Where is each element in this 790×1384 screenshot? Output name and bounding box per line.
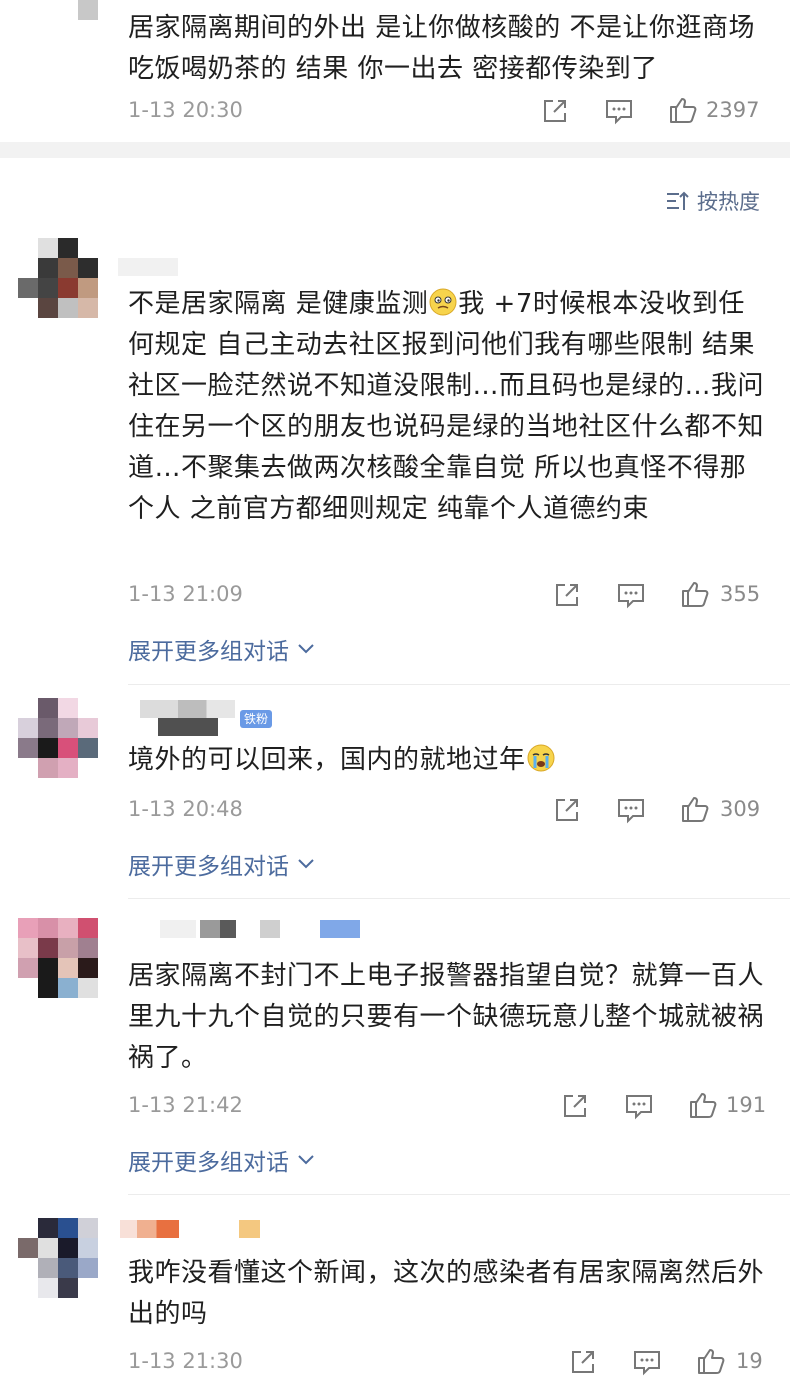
comment-text-part: 境外的可以回来，国内的就地过年 <box>128 745 526 775</box>
avatar[interactable] <box>18 1218 98 1298</box>
comment-text: 居家隔离不封门不上电子报警器指望自觉？就算一百人里九十九个自觉的只要有一个缺德玩… <box>128 961 765 1073</box>
crying-face-icon <box>527 744 555 772</box>
comment-text: 不是居家隔离 是健康监测 我 +7时候根本没收到任何规定 自己主动去社区报到问他… <box>128 284 768 530</box>
comment-text: 我咋没看懂这个新闻，这次的感染者有居家隔离然后外出的吗 <box>128 1258 765 1329</box>
comment-item: 居家隔离期间的外出 是让你做核酸的 不是让你逛商场吃饭喝奶茶的 结果 你一出去 … <box>0 0 790 142</box>
sort-icon <box>667 191 689 210</box>
comment-text: 居家隔离期间的外出 是让你做核酸的 不是让你逛商场吃饭喝奶茶的 结果 你一出去 … <box>128 13 756 84</box>
like-count: 19 <box>736 1349 763 1373</box>
comment-time: 1-13 21:30 <box>128 1349 243 1373</box>
comment-time: 1-13 20:48 <box>128 797 243 821</box>
username[interactable] <box>120 1220 260 1238</box>
expand-replies-link[interactable]: 展开更多组对话 <box>128 632 315 666</box>
comment-icon[interactable] <box>632 1347 662 1377</box>
divider <box>128 898 790 899</box>
share-icon[interactable] <box>560 1091 590 1121</box>
thumbs-up-icon[interactable] <box>688 1090 718 1120</box>
share-icon[interactable] <box>552 580 582 610</box>
username[interactable] <box>140 700 235 718</box>
expand-replies-link[interactable]: 展开更多组对话 <box>128 847 315 881</box>
avatar[interactable] <box>18 698 98 778</box>
comment-icon[interactable] <box>604 96 634 126</box>
comment-time: 1-13 20:30 <box>128 98 243 122</box>
comment-time: 1-13 21:09 <box>128 582 243 606</box>
share-icon[interactable] <box>552 795 582 825</box>
thumbs-up-icon[interactable] <box>680 794 710 824</box>
like-count: 2397 <box>706 98 760 122</box>
username[interactable] <box>160 920 360 938</box>
like-count: 355 <box>720 582 761 606</box>
avatar[interactable] <box>18 918 98 998</box>
comment-text-part: 不是居家隔离 是健康监测 <box>128 289 429 319</box>
avatar[interactable] <box>38 0 118 60</box>
comment-text: 境外的可以回来，国内的就地过年 <box>128 740 768 781</box>
expand-replies-link[interactable]: 展开更多组对话 <box>128 1143 315 1177</box>
fan-badge: 铁粉 <box>240 710 273 728</box>
expand-label: 展开更多组对话 <box>128 639 289 665</box>
thumbs-up-icon[interactable] <box>668 95 698 125</box>
sort-label: 按热度 <box>697 190 760 214</box>
expand-label: 展开更多组对话 <box>128 854 289 880</box>
chevron-down-icon <box>298 644 314 654</box>
section-separator <box>0 142 790 158</box>
username[interactable] <box>118 258 178 276</box>
like-count: 191 <box>726 1093 767 1117</box>
divider <box>128 1194 790 1195</box>
chevron-down-icon <box>298 1155 314 1165</box>
thumbs-up-icon[interactable] <box>696 1346 726 1376</box>
expand-label: 展开更多组对话 <box>128 1150 289 1176</box>
chevron-down-icon <box>298 859 314 869</box>
avatar[interactable] <box>18 238 98 318</box>
like-count: 309 <box>720 797 761 821</box>
comment-icon[interactable] <box>616 795 646 825</box>
smirk-face-icon <box>429 288 457 316</box>
comment-time: 1-13 21:42 <box>128 1093 243 1117</box>
username <box>158 718 218 736</box>
comment-text-part: 我 +7时候根本没收到任何规定 自己主动去社区报到问他们我有哪些限制 结果社区一… <box>128 289 765 524</box>
comment-icon[interactable] <box>624 1091 654 1121</box>
comment-icon[interactable] <box>616 580 646 610</box>
share-icon[interactable] <box>540 96 570 126</box>
share-icon[interactable] <box>568 1347 598 1377</box>
sort-button[interactable]: 按热度 <box>665 186 760 216</box>
divider <box>128 684 790 685</box>
thumbs-up-icon[interactable] <box>680 579 710 609</box>
